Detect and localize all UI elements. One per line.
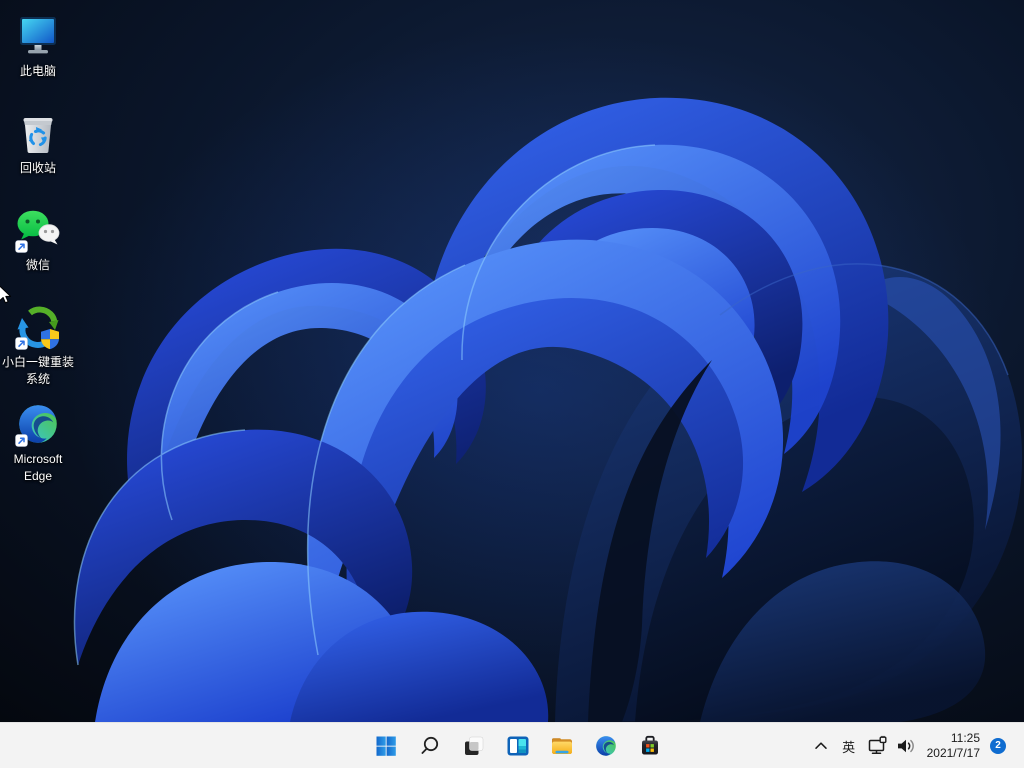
desktop-icon-label: 小白一键重装 系统 (1, 355, 74, 386)
task-view-icon (465, 736, 484, 755)
tray-date: 2021/7/17 (926, 746, 980, 760)
xiaobai-reinstall-icon (14, 303, 62, 351)
volume-icon (897, 739, 914, 753)
taskbar-center-buttons (364, 723, 672, 768)
ethernet-icon (868, 735, 887, 754)
start-button[interactable] (366, 726, 406, 766)
shortcut-arrow-icon (15, 337, 28, 350)
shortcut-arrow-icon (15, 240, 28, 253)
desktop-icon-xiaobai-reinstall[interactable]: 小白一键重装 系统 (0, 299, 76, 388)
chevron-up-icon (814, 742, 827, 749)
desktop-icon-wechat[interactable]: 微信 (0, 202, 76, 274)
desktop-icon-this-pc[interactable]: 此电脑 (0, 8, 76, 80)
shortcut-arrow-icon (15, 434, 28, 447)
desktop-icon-microsoft-edge[interactable]: Microsoft Edge (0, 396, 76, 485)
desktop-icon-label: 此电脑 (19, 64, 56, 78)
mouse-cursor (0, 285, 12, 304)
edge-icon (14, 400, 62, 448)
desktop-icon-label: 回收站 (19, 161, 56, 175)
this-pc-icon (14, 12, 62, 60)
tray-overflow-button[interactable] (807, 726, 835, 766)
quick-settings-button[interactable] (863, 726, 921, 766)
desktop-icon-label: Microsoft Edge (13, 452, 63, 483)
system-tray: 英 11:25 2021/7/17 2 (807, 723, 1024, 768)
search-button[interactable] (410, 726, 450, 766)
edge-button[interactable] (586, 726, 626, 766)
recycle-bin-icon (14, 109, 62, 157)
file-explorer-icon (552, 738, 572, 754)
desktop-icon-label: 微信 (25, 258, 50, 272)
widgets-icon (507, 736, 529, 756)
notification-center-button[interactable]: 2 (986, 726, 1010, 766)
wallpaper-bloom (0, 0, 1024, 722)
notification-badge: 2 (990, 738, 1006, 754)
windows-logo-icon (376, 736, 396, 756)
search-icon (421, 736, 439, 754)
ime-label: 英 (842, 739, 856, 755)
tray-time: 11:25 (950, 731, 980, 745)
edge-icon (596, 736, 616, 756)
clock[interactable]: 11:25 2021/7/17 (921, 726, 986, 766)
microsoft-store-button[interactable] (630, 726, 670, 766)
taskbar: 英 11:25 2021/7/17 2 (0, 722, 1024, 768)
task-view-button[interactable] (454, 726, 494, 766)
windows-desktop: 此电脑 回收站 微信 小白一键重装 系统 Microsoft Edge 英 11… (0, 0, 1024, 768)
desktop-icon-recycle-bin[interactable]: 回收站 (0, 105, 76, 177)
file-explorer-button[interactable] (542, 726, 582, 766)
ime-indicator[interactable]: 英 (835, 726, 863, 766)
microsoft-store-icon (642, 735, 658, 755)
widgets-button[interactable] (498, 726, 538, 766)
wechat-icon (14, 206, 62, 254)
